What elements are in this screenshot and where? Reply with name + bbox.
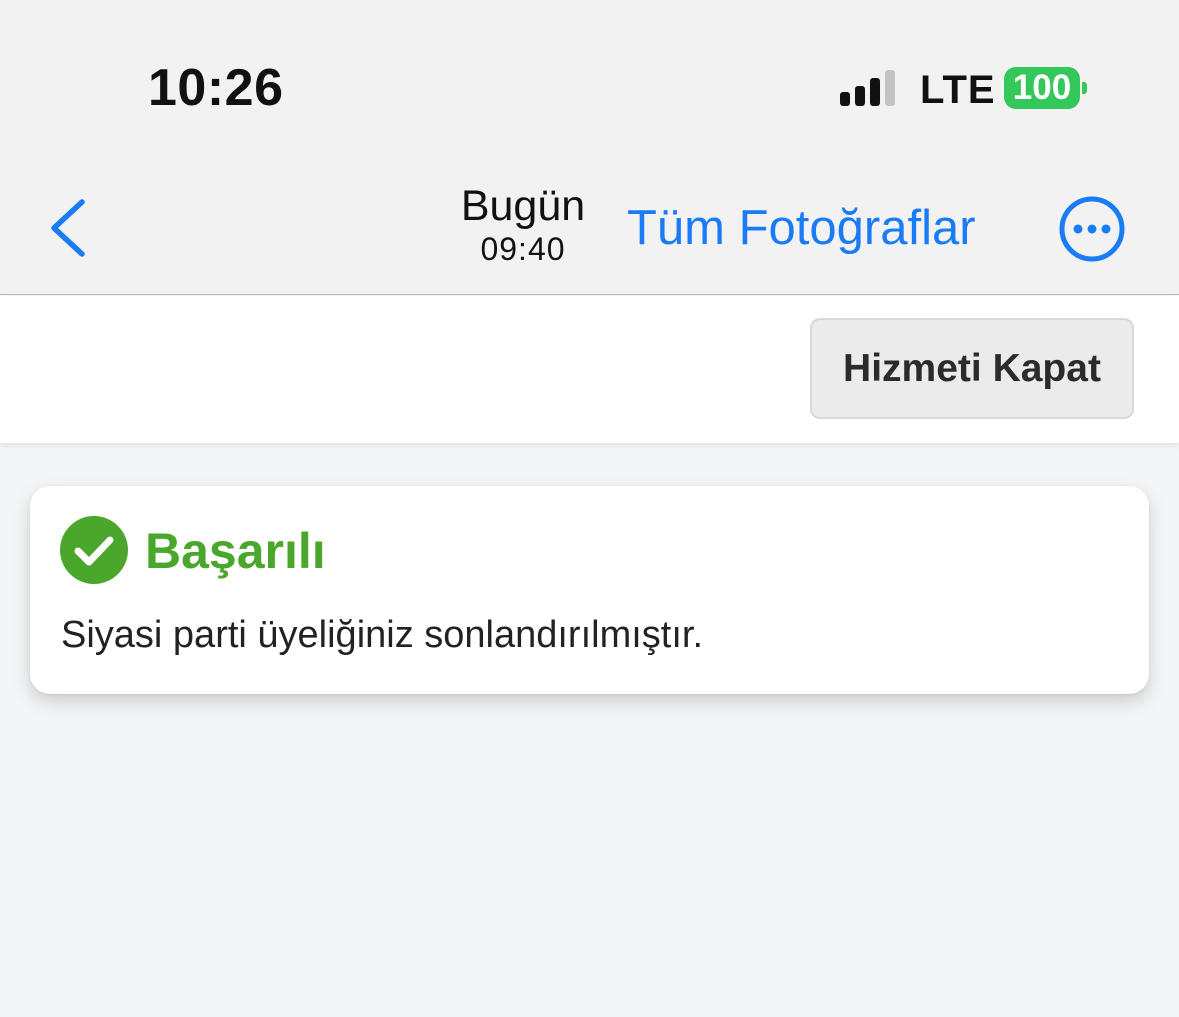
- alert-title: Başarılı: [145, 523, 326, 579]
- nav-title-day: Bugün: [460, 182, 586, 230]
- status-time: 10:26: [148, 59, 284, 117]
- signal-strength-icon: [840, 70, 900, 106]
- check-circle-icon: [60, 516, 128, 584]
- back-button[interactable]: [46, 196, 94, 260]
- alert-message: Siyasi parti üyeliğiniz sonlandırılmıştı…: [61, 614, 704, 656]
- nav-title: Bugün 09:40: [418, 182, 628, 268]
- chevron-left-icon: [51, 199, 85, 257]
- success-alert: Başarılı Siyasi parti üyeliğiniz sonland…: [30, 486, 1149, 694]
- battery-tip: [1082, 82, 1087, 94]
- nav-title-time: 09:40: [480, 231, 566, 267]
- close-service-button[interactable]: Hizmeti Kapat: [810, 318, 1134, 419]
- all-photos-link[interactable]: Tüm Fotoğraflar: [627, 200, 976, 256]
- ellipsis-circle-icon: [1059, 196, 1125, 262]
- page-toolbar: Hizmeti Kapat: [0, 296, 1179, 443]
- more-button[interactable]: [1058, 195, 1126, 263]
- battery-icon: 100: [1004, 67, 1080, 109]
- top-chrome: 10:26 LTE 100 Bugün 09:40 Tüm Fotoğrafla…: [0, 0, 1179, 295]
- network-label: LTE: [920, 68, 996, 112]
- screen: 10:26 LTE 100 Bugün 09:40 Tüm Fotoğrafla…: [0, 0, 1179, 1017]
- battery-level: 100: [1012, 68, 1072, 107]
